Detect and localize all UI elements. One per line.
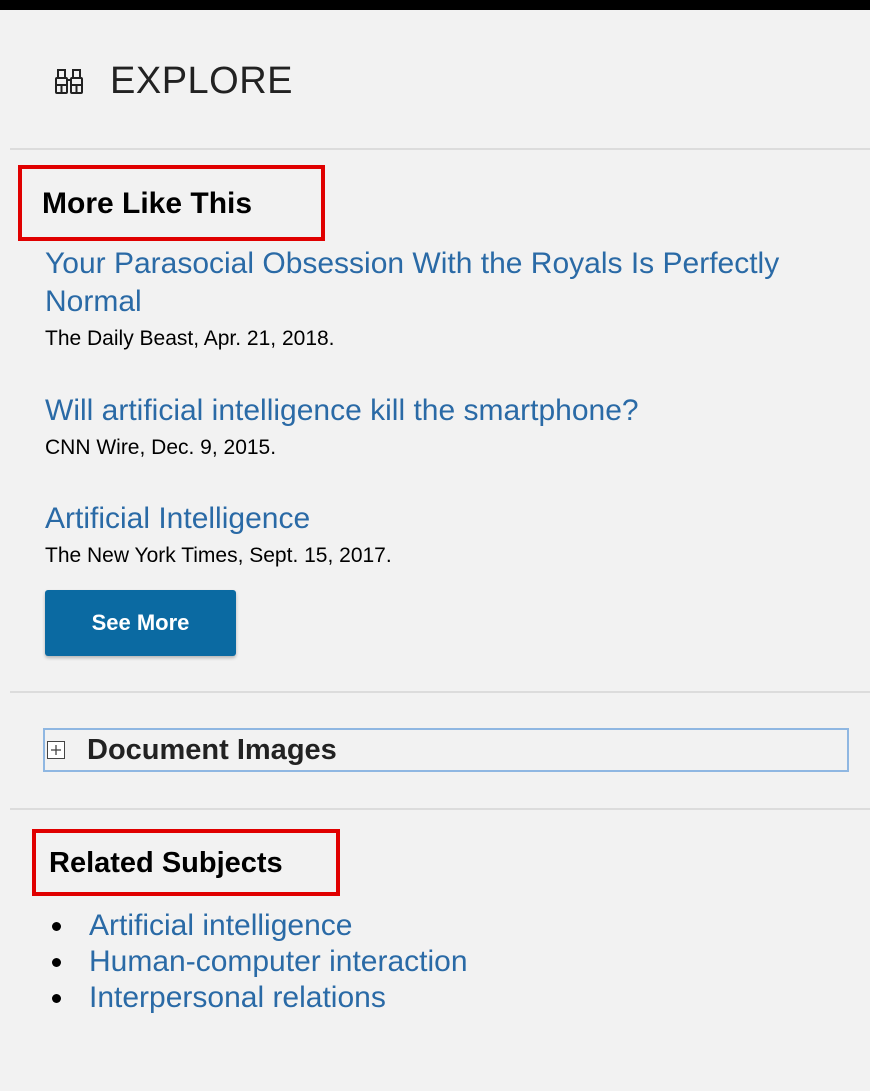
- plus-box-icon: [47, 741, 65, 759]
- list-item: Artificial Intelligence The New York Tim…: [45, 500, 845, 570]
- list-item: Interpersonal relations: [52, 980, 468, 1016]
- more-like-this-heading: More Like This: [18, 165, 325, 241]
- divider: [10, 148, 870, 150]
- article-source: The New York Times, Sept. 15, 2017.: [45, 544, 392, 567]
- article-link[interactable]: Will artificial intelligence kill the sm…: [45, 392, 845, 430]
- related-subjects-list: Artificial intelligence Human-computer i…: [52, 908, 468, 1016]
- binoculars-icon: [54, 66, 84, 96]
- bullet: [52, 957, 61, 967]
- subject-link[interactable]: Interpersonal relations: [89, 981, 386, 1015]
- document-images-toggle[interactable]: Document Images: [43, 728, 849, 772]
- divider: [10, 691, 870, 693]
- article-link[interactable]: Artificial Intelligence: [45, 500, 845, 538]
- top-bar: [0, 0, 870, 10]
- divider: [10, 808, 870, 810]
- list-item: Will artificial intelligence kill the sm…: [45, 392, 845, 462]
- subject-link[interactable]: Human-computer interaction: [89, 945, 468, 979]
- explore-title: EXPLORE: [110, 59, 294, 102]
- see-more-button[interactable]: See More: [45, 590, 236, 656]
- list-item: Your Parasocial Obsession With the Royal…: [45, 245, 845, 353]
- list-item: Artificial intelligence: [52, 908, 468, 944]
- article-source: CNN Wire, Dec. 9, 2015.: [45, 436, 277, 459]
- bullet: [52, 921, 61, 931]
- article-link[interactable]: Your Parasocial Obsession With the Royal…: [45, 245, 845, 321]
- article-source: The Daily Beast, Apr. 21, 2018.: [45, 327, 335, 350]
- list-item: Human-computer interaction: [52, 944, 468, 980]
- bullet: [52, 993, 61, 1003]
- subject-link[interactable]: Artificial intelligence: [89, 909, 352, 943]
- related-subjects-heading: Related Subjects: [32, 829, 340, 896]
- explore-header: EXPLORE: [54, 56, 293, 106]
- document-images-label: Document Images: [87, 733, 337, 766]
